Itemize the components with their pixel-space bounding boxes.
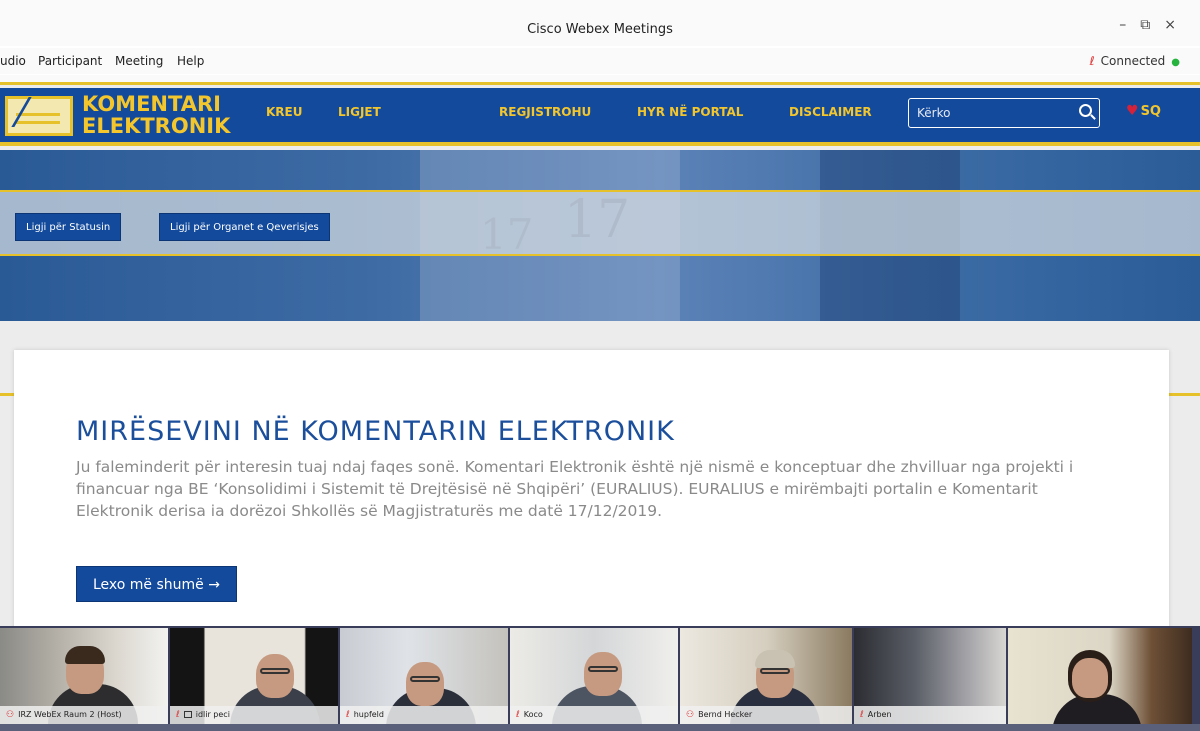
logo-icon[interactable] (5, 96, 75, 136)
participant-icon: ⚇ (686, 710, 695, 720)
participant-name: Bernd Hecker (698, 710, 753, 719)
camera-icon (183, 711, 192, 718)
law-governing-bodies-button[interactable]: Ligji për Organet e Qeverisjes (159, 213, 330, 241)
window-controls: –⧉× (1119, 17, 1190, 33)
site-navbar: KOMENTARI ELEKTRONIK KREU LIGJET REGJIST… (0, 88, 1200, 146)
participant-tile[interactable]: ⚇ Bernd Hecker (680, 628, 852, 724)
participant-namebar: ℓ idlir peci (170, 706, 338, 724)
shared-website: KOMENTARI ELEKTRONIK KREU LIGJET REGJIST… (0, 75, 1200, 626)
nav-kreu[interactable]: KREU (266, 105, 302, 119)
participant-namebar: ⚇ IRZ WebEx Raum 2 (Host) (0, 706, 168, 724)
menu-participant[interactable]: Participant (38, 54, 102, 68)
site-brand[interactable]: KOMENTARI ELEKTRONIK (82, 93, 230, 137)
connection-status-label: Connected (1100, 54, 1166, 68)
nav-hyr-ne-portal[interactable]: HYR NË PORTAL (637, 105, 743, 119)
menu-meeting[interactable]: Meeting (115, 54, 163, 68)
brand-line-1: KOMENTARI (82, 92, 221, 116)
site-top-border (0, 75, 1200, 85)
law-buttons-band: Ligji për Statusin Ligji për Organet e Q… (0, 190, 1200, 256)
minimize-button[interactable]: – (1119, 17, 1140, 33)
participant-namebar: ⚇ Bernd Hecker (680, 706, 852, 724)
microphone-muted-icon: ℓ (516, 710, 520, 720)
microphone-muted-icon: ℓ (346, 710, 350, 720)
menu-audio[interactable]: udio (0, 54, 26, 68)
participant-tile[interactable]: ⚇ IRZ WebEx Raum 2 (Host) (0, 628, 168, 724)
read-more-button[interactable]: Lexo më shumë → (76, 566, 237, 602)
nav-regjistrohu[interactable]: REGJISTROHU (499, 105, 591, 119)
participant-tile[interactable]: ℓ Koco (510, 628, 678, 724)
microphone-muted-icon: ℓ (176, 710, 180, 720)
nav-ligjet[interactable]: LIGJET (338, 105, 381, 119)
law-status-button[interactable]: Ligji për Statusin (15, 213, 122, 241)
hero-banner: 17 17 Ligji për Statusin Ligji për Organ… (0, 150, 1200, 396)
microphone-icon: ℓ (1089, 54, 1095, 68)
participant-namebar: ℓ Arben (854, 706, 1006, 724)
window-titlebar: Cisco Webex Meetings –⧉× (0, 0, 1200, 46)
restore-button[interactable]: ⧉ (1140, 17, 1164, 33)
menu-bar: udio Participant Meeting Help ℓ Connected… (0, 48, 1200, 74)
participant-tile-active[interactable] (1008, 628, 1192, 724)
microphone-muted-icon: ℓ (860, 710, 864, 720)
participant-tile[interactable]: ℓ Arben (854, 628, 1006, 724)
participant-tile[interactable]: ℓ idlir peci (170, 628, 338, 724)
search-icon[interactable] (1079, 104, 1092, 117)
participant-video-strip: ⚇ IRZ WebEx Raum 2 (Host) ℓ idlir peci ℓ hu… (0, 626, 1200, 731)
participant-name: idlir peci (195, 710, 230, 719)
participant-icon: ⚇ (6, 710, 15, 720)
heart-icon: ♥ (1126, 103, 1139, 119)
participant-tile[interactable]: ℓ hupfeld (340, 628, 508, 724)
welcome-card: MIRËSEVINI NË KOMENTARIN ELEKTRONIK Ju f… (14, 350, 1169, 626)
window-title: Cisco Webex Meetings (527, 22, 673, 37)
nav-disclaimer[interactable]: DISCLAIMER (789, 105, 872, 119)
participant-name: IRZ WebEx Raum 2 (Host) (18, 710, 122, 719)
welcome-title: MIRËSEVINI NË KOMENTARIN ELEKTRONIK (76, 416, 675, 447)
language-label: SQ (1140, 104, 1161, 119)
status-dot-icon: ● (1171, 57, 1180, 68)
participant-name: Koco (523, 710, 543, 719)
search-box (908, 98, 1100, 128)
welcome-text: Ju faleminderit për interesin tuaj ndaj … (76, 458, 1074, 520)
video-strip-footer (0, 724, 1200, 731)
participant-namebar: ℓ hupfeld (340, 706, 508, 724)
participant-name: Arben (867, 710, 892, 719)
connection-status: ℓ Connected ● (1090, 54, 1180, 68)
menu-help[interactable]: Help (177, 54, 204, 68)
close-button[interactable]: × (1164, 17, 1190, 33)
search-input[interactable] (917, 103, 1067, 123)
brand-line-2: ELEKTRONIK (82, 114, 231, 138)
language-selector[interactable]: ♥ SQ (1126, 103, 1161, 119)
participant-name: hupfeld (353, 710, 384, 719)
participant-namebar: ℓ Koco (510, 706, 678, 724)
